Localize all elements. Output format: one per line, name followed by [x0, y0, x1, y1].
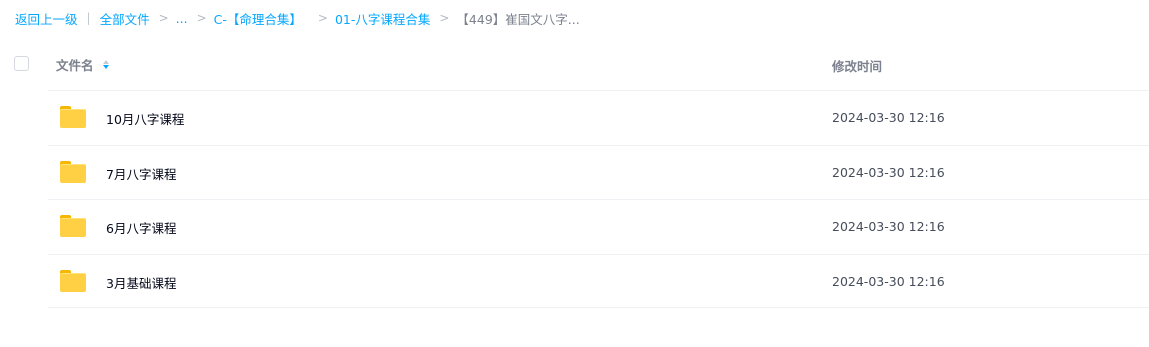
- file-name[interactable]: 10月八字课程: [106, 109, 184, 128]
- breadcrumb-divider: |: [86, 11, 91, 25]
- breadcrumb: 返回上一级 | 全部文件 > ... > C-【命理合集】 > 01-八字课程合…: [15, 8, 580, 28]
- file-name[interactable]: 3月基础课程: [106, 273, 176, 292]
- table-row[interactable]: 3月基础课程 2024-03-30 12:16: [48, 253, 1149, 308]
- file-name[interactable]: 6月八字课程: [106, 218, 176, 237]
- breadcrumb-level1[interactable]: C-【命理合集】: [214, 9, 302, 28]
- breadcrumb-separator: >: [317, 11, 328, 25]
- modified-time: 2024-03-30 12:16: [832, 273, 945, 289]
- folder-icon: [60, 106, 86, 128]
- table-row[interactable]: 7月八字课程 2024-03-30 12:16: [48, 144, 1149, 200]
- column-header-time: 修改时间: [832, 59, 883, 74]
- breadcrumb-ellipsis[interactable]: ...: [176, 11, 188, 26]
- breadcrumb-separator: >: [196, 11, 207, 25]
- breadcrumb-current: 【449】崔国文八字...: [456, 11, 580, 27]
- select-all-checkbox[interactable]: [14, 56, 29, 71]
- table-row[interactable]: 6月八字课程 2024-03-30 12:16: [48, 199, 1149, 254]
- breadcrumb-all-files[interactable]: 全部文件: [100, 9, 150, 28]
- breadcrumb-separator: >: [158, 11, 169, 25]
- folder-icon: [60, 269, 86, 292]
- file-name[interactable]: 7月八字课程: [106, 164, 176, 183]
- folder-icon: [60, 160, 86, 183]
- breadcrumb-level2[interactable]: 01-八字课程合集: [335, 9, 430, 28]
- modified-time: 2024-03-30 12:16: [832, 110, 945, 125]
- breadcrumb-separator: >: [439, 11, 450, 25]
- column-header-name[interactable]: 文件名: [56, 55, 109, 74]
- back-link[interactable]: 返回上一级: [15, 9, 78, 28]
- column-name-label: 文件名: [56, 58, 94, 73]
- modified-time: 2024-03-30 12:16: [832, 164, 945, 180]
- table-row[interactable]: 10月八字课程 2024-03-30 12:16: [48, 90, 1149, 145]
- sort-icon[interactable]: [102, 60, 109, 69]
- table-header: 文件名 修改时间: [0, 42, 1149, 84]
- folder-icon: [60, 215, 86, 237]
- modified-time: 2024-03-30 12:16: [832, 219, 945, 234]
- file-list: 10月八字课程 2024-03-30 12:16 7月八字课程 2024-03-…: [48, 90, 1149, 308]
